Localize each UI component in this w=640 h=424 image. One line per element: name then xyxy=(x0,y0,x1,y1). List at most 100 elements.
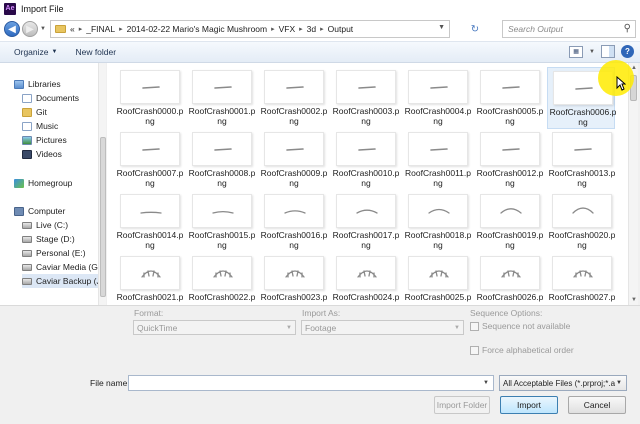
file-tile[interactable]: RoofCrash0008.png xyxy=(187,129,255,191)
file-thumbnail xyxy=(120,132,180,166)
change-view-icon[interactable]: ▦ xyxy=(569,45,584,58)
nav-item-drive-e[interactable]: Personal (E:) xyxy=(22,246,99,260)
import-as-select[interactable]: Footage ▼ xyxy=(301,320,464,335)
file-tile[interactable]: RoofCrash0021.png xyxy=(115,253,183,305)
chevron-right-icon[interactable]: ▸ xyxy=(299,25,303,33)
file-tile[interactable]: RoofCrash0004.png xyxy=(403,67,471,129)
navigation-scrollbar[interactable] xyxy=(98,63,106,305)
nav-item-drive-c[interactable]: Live (C:) xyxy=(22,218,99,232)
file-name-label: RoofCrash0010.png xyxy=(332,168,400,188)
recent-locations-chevron-icon[interactable]: ▼ xyxy=(40,26,46,32)
nav-item-label: Libraries xyxy=(28,79,61,89)
nav-item-label: Videos xyxy=(36,149,62,159)
chevron-right-icon[interactable]: ▸ xyxy=(320,25,324,33)
new-folder-button[interactable]: New folder xyxy=(69,47,122,57)
file-name-label: RoofCrash0013.png xyxy=(548,168,616,188)
file-tile[interactable]: RoofCrash0020.png xyxy=(547,191,615,253)
import-button[interactable]: Import xyxy=(500,396,558,414)
file-tile[interactable]: RoofCrash0026.png xyxy=(475,253,543,305)
scrollbar-thumb[interactable] xyxy=(100,137,106,297)
file-list-scrollbar[interactable]: ▲ ▼ xyxy=(628,63,638,305)
file-tile[interactable]: RoofCrash0000.png xyxy=(115,67,183,129)
file-tile[interactable]: RoofCrash0023.png xyxy=(259,253,327,305)
file-name-field[interactable]: ▼ xyxy=(128,375,494,391)
file-type-filter[interactable]: All Acceptable Files (*.prproj;*.a ▼ xyxy=(499,375,627,391)
nav-item-computer[interactable]: Computer xyxy=(14,204,99,218)
help-icon[interactable]: ? xyxy=(621,45,634,58)
file-thumbnail xyxy=(336,70,396,104)
file-tile[interactable]: RoofCrash0025.png xyxy=(403,253,471,305)
nav-item-videos[interactable]: Videos xyxy=(22,147,99,161)
search-box[interactable]: ⚲ xyxy=(502,20,636,38)
format-label: Format: xyxy=(134,308,164,318)
import-folder-button[interactable]: Import Folder xyxy=(434,396,490,414)
file-name-label: RoofCrash0021.png xyxy=(116,292,184,305)
breadcrumb-item[interactable]: 2014-02-22 Mario's Magic Mushroom xyxy=(127,24,268,34)
nav-item-homegroup[interactable]: Homegroup xyxy=(14,176,99,190)
file-tile[interactable]: RoofCrash0009.png xyxy=(259,129,327,191)
scroll-down-arrow-icon[interactable]: ▼ xyxy=(631,297,637,303)
chevron-right-icon[interactable]: ▸ xyxy=(271,25,275,33)
file-name-label: RoofCrash0008.png xyxy=(188,168,256,188)
breadcrumb-overflow[interactable]: « xyxy=(70,24,75,34)
file-name-label: RoofCrash0026.png xyxy=(476,292,544,305)
force-alphabetical-checkbox[interactable] xyxy=(470,345,479,355)
refresh-button[interactable]: ↻ xyxy=(452,20,498,38)
breadcrumb-item[interactable]: Output xyxy=(328,24,354,34)
file-tile[interactable]: RoofCrash0005.png xyxy=(475,67,543,129)
forward-arrow-icon[interactable]: ▶ xyxy=(22,21,38,37)
file-thumbnail xyxy=(120,194,180,228)
search-input[interactable] xyxy=(508,24,620,34)
file-name-label: RoofCrash0020.png xyxy=(548,230,616,250)
file-tile[interactable]: RoofCrash0003.png xyxy=(331,67,399,129)
breadcrumb-item[interactable]: _FINAL xyxy=(86,24,115,34)
file-name-label: RoofCrash0007.png xyxy=(116,168,184,188)
file-tile[interactable]: RoofCrash0012.png xyxy=(475,129,543,191)
breadcrumb-item[interactable]: 3d xyxy=(307,24,316,34)
file-tile[interactable]: RoofCrash0024.png xyxy=(331,253,399,305)
nav-item-pictures[interactable]: Pictures xyxy=(22,133,99,147)
nav-item-drive-j[interactable]: Caviar Backup (J: xyxy=(22,274,99,288)
breadcrumb-item[interactable]: VFX xyxy=(279,24,296,34)
file-tile[interactable]: RoofCrash0015.png xyxy=(187,191,255,253)
view-options-chevron-icon[interactable]: ▼ xyxy=(589,49,595,55)
address-dropdown-chevron-icon[interactable]: ▼ xyxy=(438,24,445,31)
file-tile[interactable]: RoofCrash0013.png xyxy=(547,129,615,191)
nav-item-documents[interactable]: Documents xyxy=(22,91,99,105)
nav-item-label: Documents xyxy=(36,93,79,103)
file-tile[interactable]: RoofCrash0007.png xyxy=(115,129,183,191)
chevron-down-icon: ▼ xyxy=(616,380,622,386)
back-arrow-icon[interactable]: ◀ xyxy=(4,21,20,37)
format-select[interactable]: QuickTime ▼ xyxy=(133,320,296,335)
file-thumbnail xyxy=(480,70,540,104)
file-tile[interactable]: RoofCrash0010.png xyxy=(331,129,399,191)
file-thumbnail xyxy=(408,70,468,104)
nav-item-libraries[interactable]: Libraries xyxy=(14,77,99,91)
file-tile[interactable]: RoofCrash0016.png xyxy=(259,191,327,253)
organize-button[interactable]: Organize ▼ xyxy=(8,47,63,57)
preview-pane-icon[interactable] xyxy=(601,45,615,58)
file-tile[interactable]: RoofCrash0018.png xyxy=(403,191,471,253)
address-bar[interactable]: « ▸ _FINAL ▸ 2014-02-22 Mario's Magic Mu… xyxy=(50,20,450,38)
file-tile[interactable]: RoofCrash0019.png xyxy=(475,191,543,253)
nav-item-git[interactable]: Git xyxy=(22,105,99,119)
force-alphabetical-row[interactable]: Force alphabetical order xyxy=(470,345,574,355)
search-icon[interactable]: ⚲ xyxy=(624,23,631,34)
file-tile[interactable]: RoofCrash0011.png xyxy=(403,129,471,191)
file-tile[interactable]: RoofCrash0017.png xyxy=(331,191,399,253)
file-tile[interactable]: RoofCrash0002.png xyxy=(259,67,327,129)
nav-item-music[interactable]: Music xyxy=(22,119,99,133)
videos-icon xyxy=(22,149,32,159)
nav-item-drive-d[interactable]: Stage (D:) xyxy=(22,232,99,246)
nav-item-drive-g[interactable]: Caviar Media (G: xyxy=(22,260,99,274)
chevron-right-icon[interactable]: ▸ xyxy=(119,25,123,33)
file-tile[interactable]: RoofCrash0027.png xyxy=(547,253,615,305)
file-tile[interactable]: RoofCrash0014.png xyxy=(115,191,183,253)
file-thumbnail xyxy=(264,194,324,228)
chevron-down-icon[interactable]: ▼ xyxy=(483,380,489,386)
cancel-button[interactable]: Cancel xyxy=(568,396,626,414)
file-tile[interactable]: RoofCrash0001.png xyxy=(187,67,255,129)
sequence-checkbox[interactable] xyxy=(470,321,479,331)
file-tile[interactable]: RoofCrash0022.png xyxy=(187,253,255,305)
sequence-checkbox-row[interactable]: Sequence not available xyxy=(470,321,570,331)
